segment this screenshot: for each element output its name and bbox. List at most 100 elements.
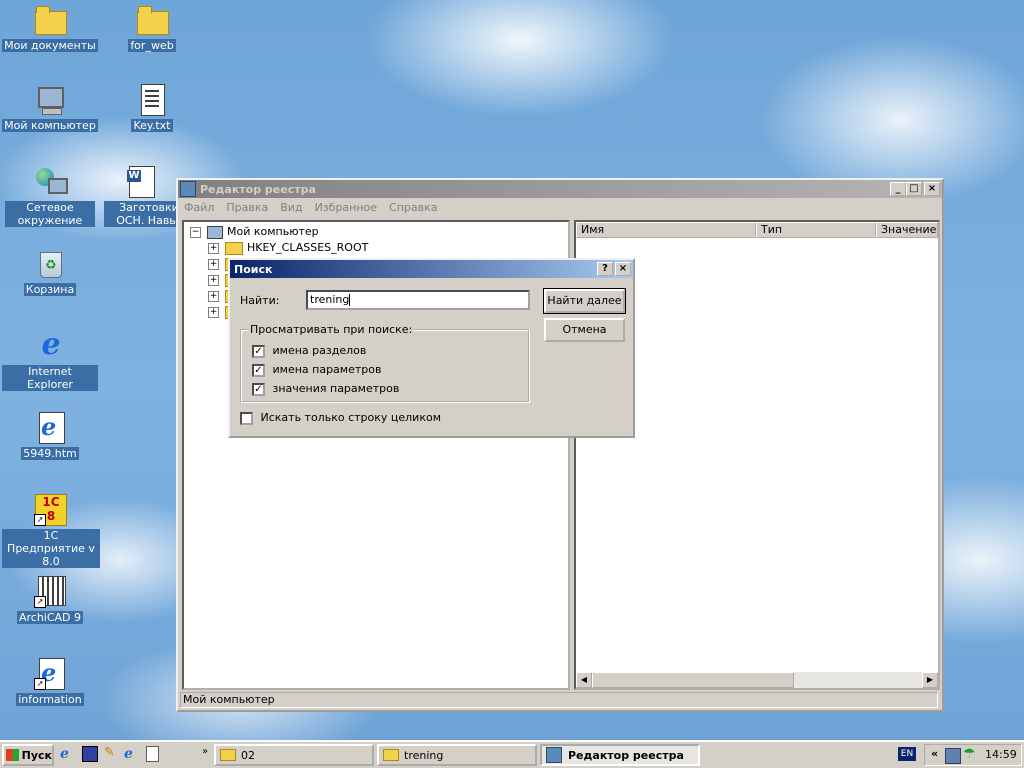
collapse-icon[interactable]: − bbox=[190, 226, 201, 238]
desktop-icon-label: ArchiCAD 9 bbox=[16, 611, 84, 624]
desktop-icon-label: Key.txt bbox=[131, 119, 173, 132]
clock[interactable]: 14:59 bbox=[985, 748, 1017, 761]
network-tray-icon[interactable] bbox=[945, 748, 961, 764]
desktop-icon-information[interactable]: e ↗ information bbox=[2, 658, 98, 706]
scroll-right-button[interactable]: ▶ bbox=[922, 672, 938, 688]
maximize-button[interactable]: □ bbox=[906, 182, 922, 196]
word-document-icon: W bbox=[124, 166, 156, 198]
expand-icon[interactable]: + bbox=[208, 258, 219, 270]
taskbar-item-regedit[interactable]: Редактор реестра bbox=[540, 744, 700, 766]
folder-icon bbox=[220, 749, 236, 761]
umbrella-tray-icon[interactable]: ☂ bbox=[963, 746, 976, 762]
internet-explorer-icon: e bbox=[41, 327, 61, 362]
tree-item-hkcr[interactable]: + HKEY_CLASSES_ROOT bbox=[208, 240, 368, 256]
look-at-group: Просматривать при поиске: ✓ имена раздел… bbox=[240, 323, 530, 403]
text-cursor bbox=[349, 294, 351, 306]
dialog-close-button[interactable]: × bbox=[615, 262, 631, 276]
taskbar-item-trening[interactable]: trening bbox=[377, 744, 537, 766]
desktop-icon-network[interactable]: Сетевое окружение bbox=[2, 166, 98, 227]
pencil-icon[interactable]: ✎ bbox=[104, 746, 118, 760]
desktop-icon-recycle-bin[interactable]: ♻ Корзина bbox=[2, 248, 98, 296]
start-button[interactable]: Пуск bbox=[2, 744, 54, 766]
desktop-icon-label: 5949.htm bbox=[21, 447, 79, 460]
values-checkbox[interactable]: ✓ bbox=[252, 363, 265, 377]
expand-icon[interactable]: + bbox=[208, 242, 219, 254]
menu-edit[interactable]: Правка bbox=[220, 201, 274, 214]
minimize-button[interactable]: _ bbox=[890, 182, 906, 196]
find-next-button[interactable]: Найти далее bbox=[543, 288, 626, 314]
desktop-icon-internet-explorer[interactable]: e Internet Explorer bbox=[2, 330, 98, 391]
option-whole-string-label: Искать только строку целиком bbox=[260, 411, 442, 424]
menu-help[interactable]: Справка bbox=[383, 201, 443, 214]
expand-icon[interactable]: + bbox=[208, 274, 219, 286]
find-input-value: trening bbox=[310, 293, 350, 306]
scroll-left-button[interactable]: ◀ bbox=[576, 672, 592, 688]
find-input[interactable]: trening bbox=[306, 290, 530, 310]
expand-icon[interactable]: + bbox=[208, 290, 219, 302]
keys-checkbox[interactable]: ✓ bbox=[252, 344, 265, 358]
menu-favorites[interactable]: Избранное bbox=[309, 201, 383, 214]
folder-icon bbox=[136, 4, 169, 36]
folder-icon bbox=[225, 241, 243, 255]
data-checkbox[interactable]: ✓ bbox=[252, 382, 265, 396]
1c-enterprise-icon: 1C 8 ↗ bbox=[34, 494, 67, 526]
desktop-icon-label: information bbox=[16, 693, 84, 706]
help-button[interactable]: ? bbox=[597, 262, 613, 276]
folder-icon bbox=[383, 749, 399, 761]
find-label: Найти: bbox=[240, 294, 280, 307]
language-indicator[interactable]: EN bbox=[898, 747, 916, 761]
column-name[interactable]: Имя bbox=[576, 222, 756, 238]
whole-string-checkbox[interactable] bbox=[240, 411, 253, 425]
taskbar-item-label: trening bbox=[404, 748, 444, 762]
column-type[interactable]: Тип bbox=[756, 222, 876, 238]
document-icon[interactable] bbox=[146, 746, 159, 762]
regedit-menubar: Файл Правка Вид Избранное Справка bbox=[178, 198, 942, 216]
regedit-icon bbox=[546, 747, 562, 763]
column-value[interactable]: Значение bbox=[876, 222, 938, 238]
ie-quicklaunch-icon[interactable]: e bbox=[60, 746, 76, 762]
option-values-label: имена параметров bbox=[272, 363, 382, 376]
desktop-icon-5949-htm[interactable]: e 5949.htm bbox=[2, 412, 98, 460]
option-data[interactable]: ✓ значения параметров bbox=[252, 382, 399, 396]
option-whole-string[interactable]: Искать только строку целиком bbox=[240, 411, 441, 425]
cancel-button[interactable]: Отмена bbox=[544, 318, 625, 342]
tray-expand-button[interactable]: « bbox=[931, 747, 938, 760]
desktop-icon-label: Заготовки к ОСН. Навыки bbox=[104, 201, 176, 227]
desktop-icon-label: Мои документы bbox=[2, 39, 98, 52]
taskbar-item-02[interactable]: 02 bbox=[214, 744, 374, 766]
option-values[interactable]: ✓ имена параметров bbox=[252, 363, 381, 377]
desktop-icon-my-computer[interactable]: Мой компьютер bbox=[2, 84, 98, 132]
expand-icon[interactable]: + bbox=[208, 306, 219, 318]
computer-icon bbox=[207, 225, 223, 239]
menu-file[interactable]: Файл bbox=[178, 201, 220, 214]
recycle-bin-icon: ♻ bbox=[34, 248, 66, 280]
desktop-icon-archicad[interactable]: ↗ ArchiCAD 9 bbox=[2, 576, 98, 624]
horizontal-scrollbar[interactable]: ◀ ▶ bbox=[576, 672, 938, 688]
desktop-icon-label: 1С Предприятие v 8.0 bbox=[2, 529, 100, 568]
scroll-thumb[interactable] bbox=[592, 672, 794, 688]
desktop-icon-for-web[interactable]: for_web bbox=[104, 4, 200, 52]
desktop-icon-word-doc[interactable]: W Заготовки к ОСН. Навыки bbox=[104, 166, 176, 227]
ie-quicklaunch-icon[interactable]: e bbox=[124, 746, 140, 762]
save-icon[interactable] bbox=[82, 746, 98, 762]
close-button[interactable]: × bbox=[924, 182, 940, 196]
text-file-icon bbox=[136, 84, 168, 116]
desktop-icon-my-documents[interactable]: Мои документы bbox=[2, 4, 98, 52]
menu-view[interactable]: Вид bbox=[274, 201, 308, 214]
taskbar-item-label: Редактор реестра bbox=[568, 748, 684, 762]
quick-launch: e ✎ e bbox=[60, 746, 159, 762]
quick-launch-more-icon[interactable]: » bbox=[202, 746, 208, 757]
regedit-title: Редактор реестра bbox=[200, 182, 316, 196]
desktop-icon-1c[interactable]: 1C 8 ↗ 1С Предприятие v 8.0 bbox=[2, 494, 100, 568]
network-icon bbox=[34, 166, 68, 198]
desktop-icon-key-txt[interactable]: Key.txt bbox=[104, 84, 200, 132]
system-tray: « ☂ 14:59 bbox=[924, 744, 1022, 766]
look-at-group-label: Просматривать при поиске: bbox=[248, 323, 415, 336]
option-keys[interactable]: ✓ имена разделов bbox=[252, 344, 366, 358]
regedit-titlebar[interactable]: Редактор реестра _ □ × bbox=[178, 180, 942, 198]
tree-item-my-computer[interactable]: − Мой компьютер bbox=[190, 224, 319, 240]
regedit-icon bbox=[180, 181, 196, 197]
windows-logo-icon bbox=[6, 749, 19, 761]
html-file-icon: e bbox=[34, 412, 66, 444]
find-dialog-titlebar[interactable]: Поиск ? × bbox=[230, 260, 633, 278]
